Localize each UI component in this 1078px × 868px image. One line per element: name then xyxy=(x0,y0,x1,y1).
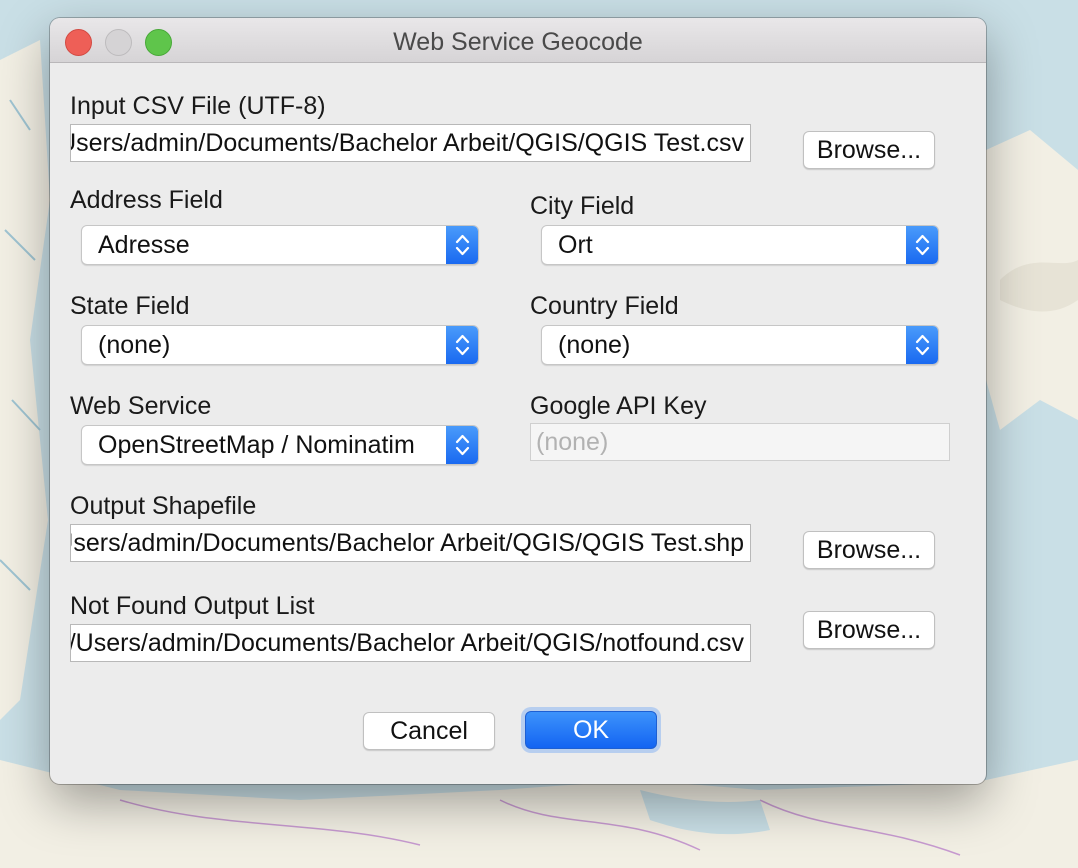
chevron-updown-icon xyxy=(906,326,938,364)
input-csv-field[interactable]: /Users/admin/Documents/Bachelor Arbeit/Q… xyxy=(70,124,751,162)
window-title: Web Service Geocode xyxy=(393,28,643,56)
not-found-list-browse-button[interactable]: Browse... xyxy=(803,611,935,649)
address-field-select[interactable]: Adresse xyxy=(81,225,479,265)
address-field-label: Address Field xyxy=(70,186,223,214)
chevron-updown-icon xyxy=(906,226,938,264)
chevron-updown-icon xyxy=(446,426,478,464)
web-service-label: Web Service xyxy=(70,392,212,420)
state-field-label: State Field xyxy=(70,292,190,320)
chevron-updown-icon xyxy=(446,226,478,264)
output-shapefile-browse-button[interactable]: Browse... xyxy=(803,531,935,569)
input-csv-browse-button[interactable]: Browse... xyxy=(803,131,935,169)
city-field-select[interactable]: Ort xyxy=(541,225,939,265)
not-found-list-label: Not Found Output List xyxy=(70,592,315,620)
output-shapefile-label: Output Shapefile xyxy=(70,492,257,520)
city-field-label: City Field xyxy=(530,192,635,220)
not-found-list-field[interactable]: /Users/admin/Documents/Bachelor Arbeit/Q… xyxy=(70,624,751,662)
title-bar: Web Service Geocode xyxy=(50,18,986,63)
google-api-key-field[interactable]: (none) xyxy=(530,423,950,461)
input-csv-label: Input CSV File (UTF-8) xyxy=(70,92,326,120)
state-field-select[interactable]: (none) xyxy=(81,325,479,365)
output-shapefile-field[interactable]: /Users/admin/Documents/Bachelor Arbeit/Q… xyxy=(70,524,751,562)
chevron-updown-icon xyxy=(446,326,478,364)
web-service-select[interactable]: OpenStreetMap / Nominatim xyxy=(81,425,479,465)
google-api-key-label: Google API Key xyxy=(530,392,707,420)
cancel-button[interactable]: Cancel xyxy=(363,712,495,750)
ok-button[interactable]: OK xyxy=(525,711,657,749)
country-field-select[interactable]: (none) xyxy=(541,325,939,365)
country-field-label: Country Field xyxy=(530,292,679,320)
web-service-geocode-dialog: Web Service Geocode Input CSV File (UTF-… xyxy=(50,18,986,784)
